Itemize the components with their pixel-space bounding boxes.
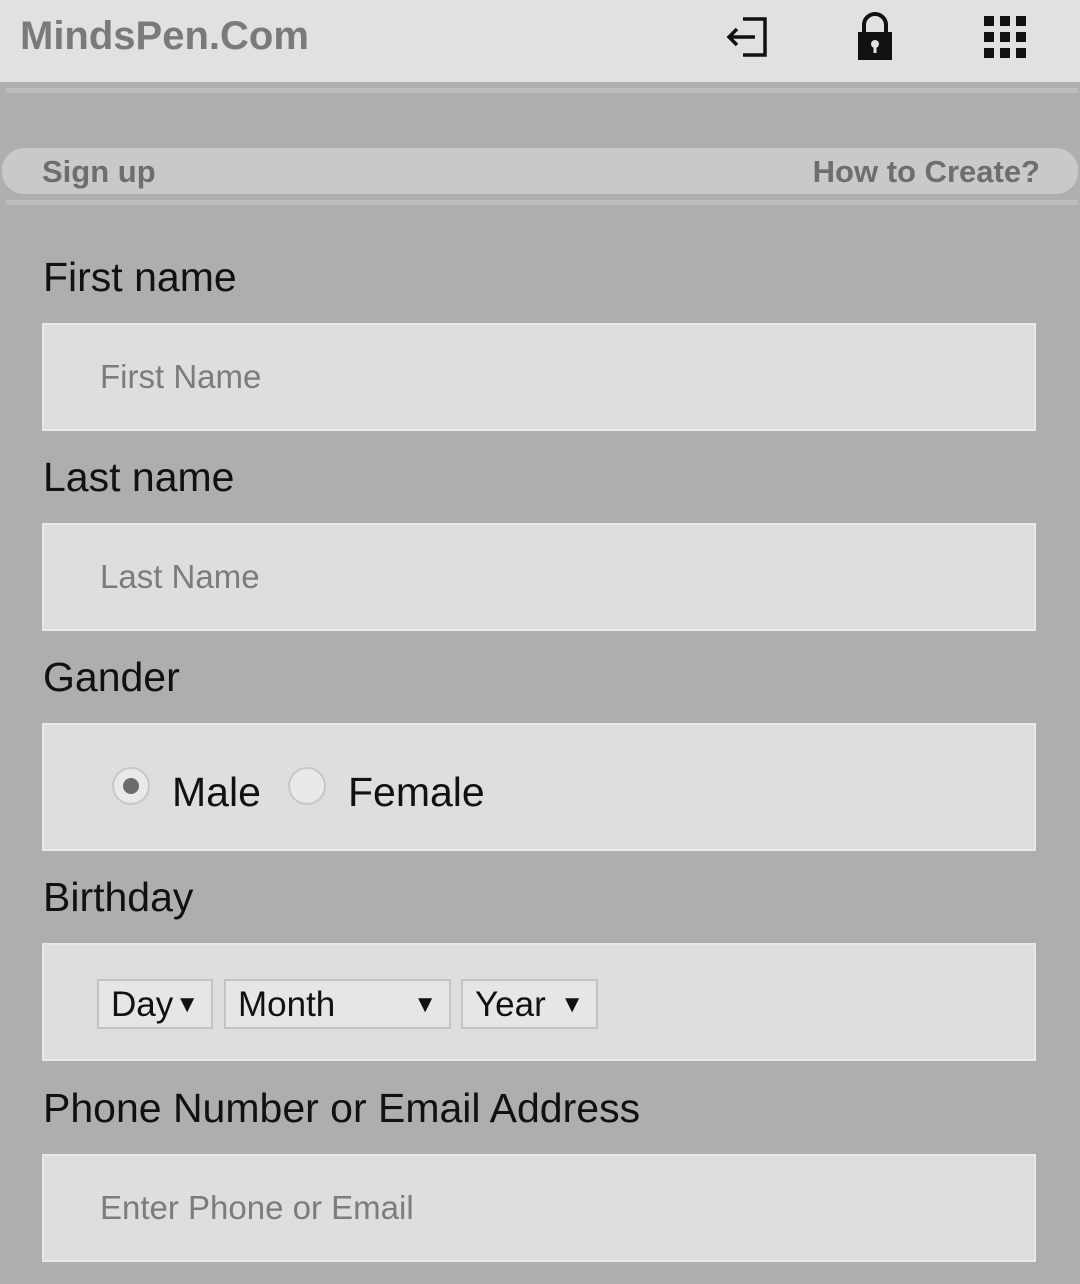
signup-bar: Sign up How to Create? xyxy=(2,148,1078,194)
radio-selected-dot xyxy=(123,778,139,794)
day-select[interactable]: Day ▼ xyxy=(97,979,213,1029)
male-label[interactable]: Male xyxy=(172,769,261,816)
month-select[interactable]: Month ▼ xyxy=(224,979,451,1029)
apps-grid-icon[interactable] xyxy=(980,12,1030,62)
female-label[interactable]: Female xyxy=(348,769,485,816)
gender-label: Gander xyxy=(43,654,180,700)
last-name-input[interactable] xyxy=(98,525,982,629)
caret-down-icon: ▼ xyxy=(560,991,584,1018)
signup-tab[interactable]: Sign up xyxy=(42,154,156,190)
caret-down-icon: ▼ xyxy=(175,991,199,1018)
contact-field-box xyxy=(42,1154,1036,1262)
male-radio[interactable] xyxy=(112,767,150,805)
gender-field-box: Male Female xyxy=(42,723,1036,851)
header-divider xyxy=(6,88,1078,93)
how-to-create-link[interactable]: How to Create? xyxy=(813,154,1040,190)
female-radio[interactable] xyxy=(288,767,326,805)
day-select-value: Day xyxy=(111,985,174,1024)
birthday-field-box: Day ▼ Month ▼ Year ▼ xyxy=(42,943,1036,1061)
login-icon[interactable] xyxy=(722,12,772,62)
birthday-label: Birthday xyxy=(43,874,194,920)
site-logo-text[interactable]: MindsPen.Com xyxy=(20,14,309,59)
lock-icon[interactable] xyxy=(850,12,900,62)
contact-label: Phone Number or Email Address xyxy=(43,1085,641,1131)
first-name-field-box xyxy=(42,323,1036,431)
last-name-label: Last name xyxy=(43,454,235,500)
last-name-field-box xyxy=(42,523,1036,631)
first-name-input[interactable] xyxy=(98,325,982,429)
year-select[interactable]: Year ▼ xyxy=(461,979,598,1029)
top-header: MindsPen.Com xyxy=(0,0,1080,82)
first-name-label: First name xyxy=(43,254,237,300)
caret-down-icon: ▼ xyxy=(413,991,437,1018)
year-select-value: Year xyxy=(475,985,546,1024)
month-select-value: Month xyxy=(238,985,336,1024)
contact-input[interactable] xyxy=(98,1156,982,1260)
subbar-divider xyxy=(6,200,1078,205)
